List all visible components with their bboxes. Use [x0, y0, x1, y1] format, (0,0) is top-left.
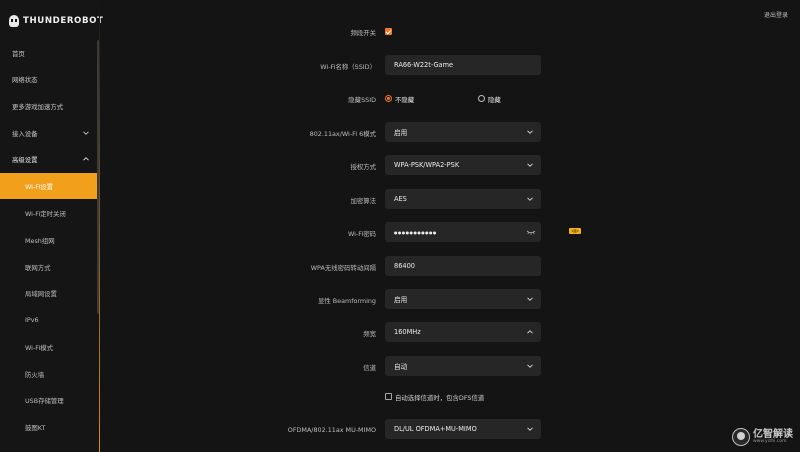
ofdma-label: OFDMA/802.11ax MU-MIMO — [287, 426, 376, 434]
channel-label: 信道 — [363, 364, 376, 372]
auth-select[interactable]: WPA-PSK/WPA2-PSK — [385, 155, 541, 175]
sidebar-item-advanced[interactable]: 高级设置 — [0, 146, 97, 172]
bandwidth-select[interactable]: 160MHz — [385, 322, 541, 342]
dfs-checkbox[interactable] — [385, 393, 392, 400]
chevron-up-icon — [527, 330, 533, 334]
sidebar-item-wifi-mode[interactable]: Wi-Fi模式 — [0, 334, 97, 360]
password-label: Wi-Fi密码 — [347, 230, 376, 238]
robot-logo-icon — [9, 15, 19, 27]
chevron-up-icon — [83, 157, 89, 161]
rekey-label: WPA无线密码转动间隔 — [310, 264, 376, 272]
encryption-value: AES — [394, 195, 407, 203]
eye-icon — [571, 229, 579, 233]
watermark-logo-icon — [732, 428, 750, 446]
ofdma-select[interactable]: DL/UL OFDMA+MU-MIMO — [385, 419, 541, 439]
encryption-select[interactable]: AES — [385, 189, 541, 209]
hide-ssid-no-radio[interactable] — [385, 95, 392, 102]
band-switch-checkbox[interactable] — [385, 28, 392, 35]
hide-ssid-yes-label: 隐藏 — [488, 96, 501, 104]
beamforming-select[interactable]: 启用 — [385, 289, 541, 309]
sidebar-item-firewall[interactable]: 防火墙 — [0, 361, 97, 387]
wifi6-mode-label: 802.11ax/Wi-Fi 6模式 — [309, 130, 376, 138]
dfs-label: 自动选择信道时，包含DFS信道 — [395, 394, 485, 402]
rekey-value: 86400 — [394, 262, 415, 270]
hide-ssid-yes-radio[interactable] — [478, 95, 485, 102]
logout-link[interactable]: 退出登录 — [764, 10, 788, 19]
watermark: 亿智解读 www.yizhi.com — [732, 425, 796, 449]
encryption-label: 加密算法 — [350, 197, 376, 205]
password-toggle-badge[interactable] — [569, 228, 581, 234]
wifi6-mode-select[interactable]: 启用 — [385, 122, 541, 142]
brand-logo[interactable]: THUNDEROBOT — [9, 14, 103, 28]
ssid-label: Wi-Fi名称（SSID） — [320, 63, 376, 71]
sidebar-item-connection-mode[interactable]: 联网方式 — [0, 254, 97, 280]
channel-value: 自动 — [394, 363, 408, 371]
band-switch-label: 频段开关 — [350, 29, 376, 37]
chevron-down-icon — [527, 297, 533, 301]
sidebar-item-mesh[interactable]: Mesh组网 — [0, 227, 97, 253]
ofdma-value: DL/UL OFDMA+MU-MIMO — [394, 425, 477, 433]
ssid-input[interactable]: RA66-W22t-Game — [385, 55, 541, 75]
sidebar-item-wifi-timer[interactable]: Wi-Fi定时关闭 — [0, 200, 97, 226]
sidebar: THUNDEROBOT 首页 网络状态 更多游戏加速方式 接入设备 高级设置 W… — [0, 0, 103, 452]
sidebar-item-game-acceleration[interactable]: 更多游戏加速方式 — [0, 93, 97, 119]
chevron-down-icon — [527, 364, 533, 368]
password-value: ●●●●●●●●●●● — [394, 229, 437, 235]
sidebar-item-extra[interactable]: 鼓图KT — [0, 414, 97, 440]
sidebar-accent-divider — [99, 0, 100, 452]
chevron-down-icon — [83, 131, 89, 135]
password-input[interactable]: ●●●●●●●●●●● — [385, 222, 541, 242]
chevron-down-icon — [527, 427, 533, 431]
chevron-down-icon — [527, 130, 533, 134]
eye-closed-icon[interactable] — [526, 228, 536, 236]
brand-name: THUNDEROBOT — [23, 16, 104, 26]
channel-select[interactable]: 自动 — [385, 356, 541, 376]
hide-ssid-label: 隐藏SSID — [348, 96, 376, 104]
sidebar-item-home[interactable]: 首页 — [0, 40, 97, 66]
beamforming-label: 显性 Beamforming — [317, 297, 376, 305]
auth-value: WPA-PSK/WPA2-PSK — [394, 161, 460, 169]
sidebar-item-wifi-settings[interactable]: Wi-Fi设置 — [0, 173, 97, 199]
hide-ssid-no-label: 不隐藏 — [395, 96, 415, 104]
watermark-sub: www.yizhi.com — [753, 438, 787, 444]
chevron-down-icon — [527, 163, 533, 167]
bandwidth-value: 160MHz — [394, 328, 421, 336]
beamforming-value: 启用 — [394, 296, 408, 304]
sidebar-item-network-status[interactable]: 网络状态 — [0, 66, 97, 92]
bandwidth-label: 频宽 — [363, 330, 376, 338]
sidebar-item-usb-storage[interactable]: USB存储管理 — [0, 387, 97, 413]
rekey-input[interactable]: 86400 — [385, 256, 541, 276]
ssid-value: RA66-W22t-Game — [394, 61, 454, 69]
wifi6-mode-value: 启用 — [394, 129, 408, 137]
auth-label: 授权方式 — [350, 163, 376, 171]
sidebar-item-devices[interactable]: 接入设备 — [0, 120, 97, 146]
chevron-down-icon — [527, 197, 533, 201]
sidebar-item-lan[interactable]: 局域网设置 — [0, 280, 97, 306]
sidebar-item-ipv6[interactable]: IPv6 — [0, 307, 97, 333]
